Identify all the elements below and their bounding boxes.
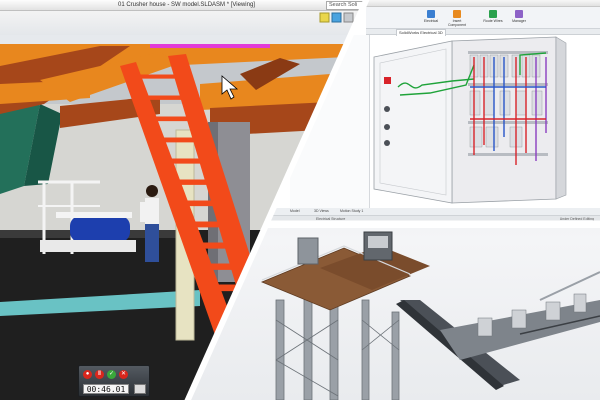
view-icon[interactable] xyxy=(331,12,342,23)
ribbon-label: Manager xyxy=(512,19,526,23)
close-button[interactable]: ✕ xyxy=(119,370,128,379)
timer-display: 00:46.01 xyxy=(83,384,129,394)
stair-tread xyxy=(192,242,234,249)
wire-icon xyxy=(489,10,497,18)
cabinet-door xyxy=(373,40,453,204)
document-tabs: Model 3D Views Motion Study 1 xyxy=(270,208,600,215)
stair-tread xyxy=(169,179,214,185)
ribbon-toolbar: Electrical Insert Component Route Wires … xyxy=(366,7,600,29)
status-right: Under Defined Editing xyxy=(559,217,594,221)
pushbutton xyxy=(384,124,390,130)
stair-tread xyxy=(200,263,240,270)
stair-tread xyxy=(147,116,194,122)
toolbar-strip xyxy=(0,12,366,44)
ribbon-label: Electrical xyxy=(423,19,439,23)
hopper-machine xyxy=(297,237,319,265)
motor-base xyxy=(40,240,136,252)
window-title: 01 Crusher house - SW model.SLDASM * [Vi… xyxy=(118,2,255,8)
folder-icon[interactable] xyxy=(319,12,330,23)
stair-tread xyxy=(162,158,207,164)
magenta-pipe xyxy=(150,44,270,48)
tab-model[interactable]: Model xyxy=(290,208,300,215)
ribbon-label: Insert Component xyxy=(447,19,467,27)
electrical-icon xyxy=(427,10,435,18)
indicator-light xyxy=(384,77,391,84)
command-toolbar xyxy=(0,11,366,44)
stair-tread xyxy=(139,95,187,100)
component-icon xyxy=(453,10,461,18)
stair-tread xyxy=(154,137,201,143)
confirm-button[interactable]: ✓ xyxy=(107,370,116,379)
pause-button[interactable]: ‖ xyxy=(95,370,104,379)
ribbon-button-route-wires[interactable]: Route Wires xyxy=(480,10,506,27)
feature-bar xyxy=(0,35,366,44)
inclined-conveyor xyxy=(539,271,600,301)
stair-tread xyxy=(185,221,227,228)
motor xyxy=(70,216,130,242)
cabinet-side xyxy=(555,36,567,200)
status-text: Electrical Structure xyxy=(316,217,346,221)
ribbon-label: Route Wires xyxy=(483,19,503,23)
settings-icon[interactable] xyxy=(343,12,354,23)
record-button[interactable]: ● xyxy=(83,370,92,379)
support-tower-right xyxy=(361,299,400,400)
window-title-bar xyxy=(366,0,600,7)
grid-icon[interactable] xyxy=(134,384,146,394)
cabinet-3d-view[interactable] xyxy=(370,35,600,208)
pushbutton xyxy=(384,140,390,146)
manager-icon xyxy=(515,10,523,18)
motor-frame xyxy=(56,212,132,218)
ribbon-button-insert-component[interactable]: Insert Component xyxy=(444,10,470,27)
recording-timer: ● ‖ ✓ ✕ 00:46.01 xyxy=(78,365,150,397)
search-input[interactable]: Search Soli xyxy=(326,1,364,10)
pushbutton xyxy=(384,106,390,112)
stair-tread xyxy=(177,200,221,207)
ribbon-button-manager[interactable]: Manager xyxy=(506,10,532,27)
ribbon-button-electrical[interactable]: Electrical xyxy=(418,10,444,27)
status-bar: Electrical Structure Under Defined Editi… xyxy=(268,215,600,221)
tab-motion-study[interactable]: Motion Study 1 xyxy=(340,208,363,215)
crusher-window xyxy=(368,236,388,248)
stair-tread xyxy=(131,74,181,79)
window-title-bar: 01 Crusher house - SW model.SLDASM * [Vi… xyxy=(0,0,366,11)
tab-3d-views[interactable]: 3D Views xyxy=(314,208,329,215)
